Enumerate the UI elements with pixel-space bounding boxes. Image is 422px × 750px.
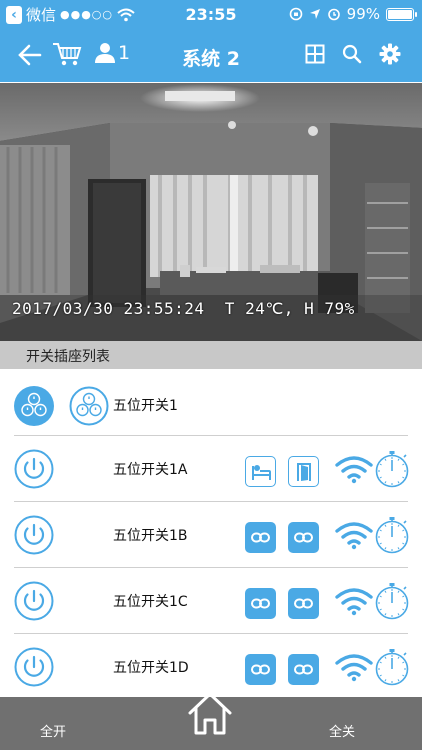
all-on-button[interactable]: 全开 [40, 721, 66, 740]
device-row[interactable]: 五位开关1C [0, 568, 422, 634]
group-power-all-icon[interactable] [14, 386, 54, 426]
link-icon[interactable] [245, 522, 276, 553]
camera-feed[interactable]: 2017/03/30 23:55:24 T 24℃, H 79% [0, 83, 422, 341]
rotation-lock-icon [289, 7, 302, 21]
camera-info-overlay: 2017/03/30 23:55:24 T 24℃, H 79% [12, 299, 355, 318]
wifi-icon[interactable] [335, 652, 373, 682]
camera-sensor-readout: T 24℃, H 79% [224, 299, 355, 318]
grid-icon[interactable] [305, 44, 325, 64]
link-icon[interactable] [288, 654, 319, 685]
section-title: 开关插座列表 [26, 349, 110, 365]
status-right: 99% [289, 5, 417, 23]
group-switch-icon[interactable] [69, 386, 109, 426]
timer-icon[interactable] [374, 648, 410, 686]
bottom-bar: 全开 全关 [0, 692, 422, 750]
timer-icon[interactable] [374, 450, 410, 488]
link-icon[interactable] [245, 654, 276, 685]
link-icon[interactable] [245, 588, 276, 619]
section-header: 开关插座列表 [0, 341, 422, 369]
device-name: 五位开关1B [113, 528, 188, 544]
wifi-icon[interactable] [335, 454, 373, 484]
group-name: 五位开关1 [113, 398, 178, 414]
battery-percent: 99% [346, 5, 380, 23]
all-off-button[interactable]: 全关 [329, 721, 355, 740]
top-nav-bar: 1 系统 2 [0, 30, 422, 82]
wifi-icon[interactable] [335, 586, 373, 616]
door-icon[interactable] [288, 456, 319, 487]
camera-timestamp: 2017/03/30 23:55:24 [12, 299, 205, 318]
home-icon[interactable] [186, 689, 234, 737]
device-row[interactable]: 五位开关1B [0, 502, 422, 568]
device-name: 五位开关1D [113, 660, 189, 676]
device-name: 五位开关1C [113, 594, 188, 610]
link-icon[interactable] [288, 588, 319, 619]
timer-icon[interactable] [374, 582, 410, 620]
power-button-icon[interactable] [14, 581, 54, 621]
battery-icon [386, 7, 417, 21]
power-button-icon[interactable] [14, 647, 54, 687]
bed-icon[interactable] [245, 456, 276, 487]
gear-icon[interactable] [379, 43, 401, 65]
search-icon[interactable] [342, 44, 362, 64]
device-name: 五位开关1A [113, 462, 188, 478]
device-row[interactable]: 五位开关1A [0, 436, 422, 502]
power-button-icon[interactable] [14, 515, 54, 555]
power-button-icon[interactable] [14, 449, 54, 489]
alarm-icon [327, 8, 340, 21]
location-icon [309, 9, 320, 19]
link-icon[interactable] [288, 522, 319, 553]
wifi-icon[interactable] [335, 520, 373, 550]
timer-icon[interactable] [374, 516, 410, 554]
switch-group-row[interactable]: 五位开关1 [0, 370, 422, 436]
status-bar: ‹ 微信 ●●●○○ 23:55 99% [0, 0, 422, 30]
